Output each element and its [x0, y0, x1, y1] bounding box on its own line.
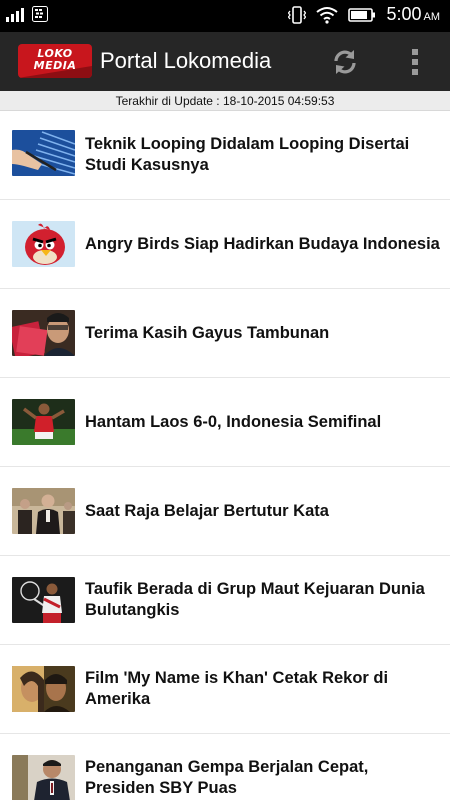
app-logo: LOKO MEDIA: [18, 44, 92, 78]
news-list: Teknik Looping Didalam Looping Disertai …: [0, 111, 450, 800]
news-item[interactable]: Penanganan Gempa Berjalan Cepat, Preside…: [0, 734, 450, 800]
action-bar: LOKO MEDIA Portal Lokomedia: [0, 32, 450, 91]
news-title: Taufik Berada di Grup Maut Kejuaran Duni…: [85, 580, 425, 619]
wifi-icon: [316, 6, 339, 24]
news-title: Film 'My Name is Khan' Cetak Rekor di Am…: [85, 669, 389, 708]
news-item[interactable]: Teknik Looping Didalam Looping Disertai …: [0, 111, 450, 200]
badminton-player-image: [12, 577, 75, 623]
news-title: Saat Raja Belajar Bertutur Kata: [85, 502, 329, 520]
news-item[interactable]: Angry Birds Siap Hadirkan Budaya Indones…: [0, 200, 450, 289]
clock: 5:00 AM: [386, 4, 440, 25]
vibrate-icon: [288, 5, 307, 24]
bbm-notification-icon: [32, 6, 48, 22]
news-item[interactable]: Hantam Laos 6-0, Indonesia Semifinal: [0, 378, 450, 467]
clock-time: 5:00: [386, 4, 422, 24]
news-item[interactable]: Saat Raja Belajar Bertutur Kata: [0, 467, 450, 556]
refresh-icon: [334, 50, 356, 74]
signal-icon: [6, 6, 24, 22]
angry-bird-image: [12, 221, 75, 267]
overflow-menu-button[interactable]: [400, 44, 430, 80]
status-bar: 5:00 AM: [0, 0, 450, 32]
news-title: Penanganan Gempa Berjalan Cepat, Preside…: [85, 758, 369, 797]
more-vert-icon: [412, 49, 418, 75]
app-title: Portal Lokomedia: [100, 48, 272, 73]
news-item[interactable]: Terima Kasih Gayus Tambunan: [0, 289, 450, 378]
soccer-player-image: [12, 399, 75, 445]
news-title: Teknik Looping Didalam Looping Disertai …: [85, 135, 410, 174]
news-item[interactable]: Taufik Berada di Grup Maut Kejuaran Duni…: [0, 556, 450, 645]
refresh-button[interactable]: [326, 44, 364, 80]
hand-pen-image: [12, 130, 75, 176]
news-title: Angry Birds Siap Hadirkan Budaya Indones…: [85, 235, 440, 253]
president-image: [12, 755, 75, 800]
news-title: Terima Kasih Gayus Tambunan: [85, 324, 330, 342]
money-portrait-image: [12, 310, 75, 356]
clock-ampm: AM: [423, 11, 441, 23]
king-speech-image: [12, 488, 75, 534]
last-update-text: Terakhir di Update : 18-10-2015 04:59:53: [0, 91, 450, 111]
news-item[interactable]: Film 'My Name is Khan' Cetak Rekor di Am…: [0, 645, 450, 734]
film-poster-image: [12, 666, 75, 712]
app-logo-text: LOKO MEDIA: [33, 47, 77, 72]
battery-icon: [348, 7, 376, 22]
news-title: Hantam Laos 6-0, Indonesia Semifinal: [85, 413, 382, 431]
